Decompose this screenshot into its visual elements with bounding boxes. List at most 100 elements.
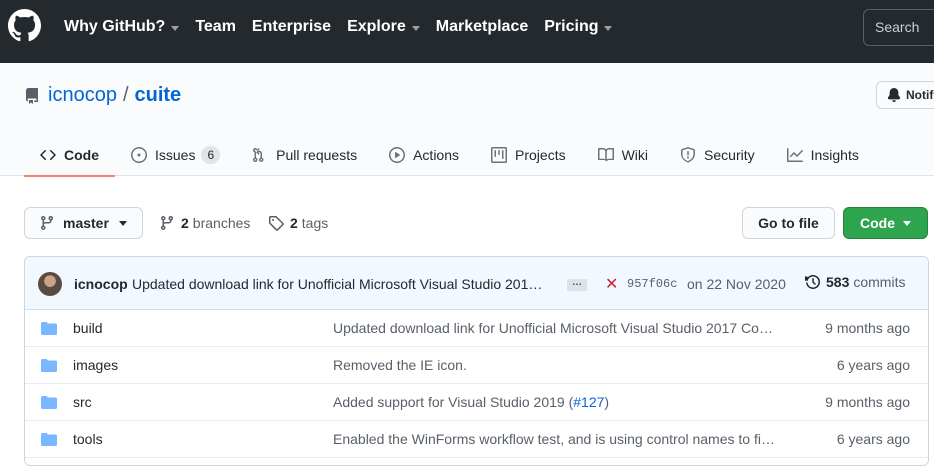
- file-name-link[interactable]: tools: [73, 431, 103, 447]
- code-button[interactable]: Code: [843, 207, 928, 239]
- nav-enterprise[interactable]: Enterprise: [252, 16, 331, 38]
- repo-title: icnocop / cuite: [24, 84, 181, 107]
- issues-count-badge: 6: [201, 145, 221, 164]
- status-failure-icon[interactable]: ✕: [605, 274, 618, 294]
- notifications-button[interactable]: Notif: [876, 81, 934, 109]
- chevron-down-icon: [118, 220, 127, 226]
- branches-label: branches: [192, 215, 251, 231]
- repo-icon: [25, 87, 38, 104]
- commit-date: on 22 Nov 2020: [687, 276, 786, 292]
- tab-pull-requests[interactable]: Pull requests: [236, 133, 373, 176]
- file-commit-age: 6 years ago: [836, 357, 910, 373]
- git-branch-icon: [41, 215, 53, 231]
- pull-request-link[interactable]: #127: [573, 394, 604, 410]
- latest-commit-bar: icnocop Updated download link for Unoffi…: [25, 257, 928, 310]
- tab-label: Insights: [810, 146, 859, 163]
- file-commit-age: 9 months ago: [825, 320, 910, 336]
- go-to-file-button[interactable]: Go to file: [742, 207, 835, 239]
- file-row: build Updated download link for Unoffici…: [25, 310, 928, 347]
- tab-label: Security: [704, 146, 755, 163]
- play-icon: [389, 146, 406, 163]
- tab-wiki[interactable]: Wiki: [582, 133, 664, 176]
- nav-team[interactable]: Team: [195, 16, 236, 38]
- book-icon: [597, 147, 614, 161]
- file-commit-message-link[interactable]: Removed the IE icon.: [333, 357, 467, 373]
- branch-name: master: [63, 215, 109, 231]
- nav-label: Explore: [347, 18, 406, 35]
- commits-count: 583: [826, 274, 850, 290]
- global-header: Why GitHub? Team Enterprise Explore Mark…: [0, 0, 934, 63]
- commit-author-link[interactable]: icnocop: [74, 276, 128, 292]
- repo-tabs: Code Issues 6 Pull requests Actions Proj…: [24, 133, 875, 177]
- file-commit-message-suffix[interactable]: ): [604, 394, 609, 410]
- file-commit-message-link[interactable]: Enabled the WinForms workflow test, and …: [333, 431, 775, 447]
- file-commit-message-link[interactable]: Updated download link for Unofficial Mic…: [333, 320, 773, 336]
- file-browser: icnocop Updated download link for Unoffi…: [24, 256, 929, 466]
- file-name-link[interactable]: src: [73, 394, 92, 410]
- bell-icon: [887, 88, 901, 102]
- nav-why-github[interactable]: Why GitHub?: [64, 16, 180, 38]
- git-pull-request-icon: [253, 147, 264, 162]
- tab-label: Code: [64, 146, 99, 163]
- nav-label: Team: [195, 18, 236, 35]
- search-input[interactable]: Search: [863, 9, 934, 46]
- graph-icon: [786, 147, 803, 162]
- tab-label: Wiki: [621, 146, 649, 163]
- file-name-link[interactable]: images: [73, 357, 118, 373]
- nav-label: Pricing: [544, 18, 599, 35]
- branch-select-button[interactable]: master: [24, 207, 143, 239]
- tags-count: 2: [290, 215, 298, 231]
- nav-explore[interactable]: Explore: [347, 16, 420, 38]
- file-name-link[interactable]: build: [73, 320, 103, 336]
- project-icon: [491, 146, 508, 163]
- tab-label: Pull requests: [276, 146, 358, 163]
- tags-link[interactable]: 2 tags: [268, 215, 328, 231]
- file-commit-message-link[interactable]: Added support for Visual Studio 2019 (: [333, 394, 573, 410]
- file-row: tools Enabled the WinForms workflow test…: [25, 421, 928, 458]
- avatar[interactable]: [38, 272, 62, 296]
- folder-icon: [41, 396, 57, 409]
- tab-code[interactable]: Code: [24, 133, 115, 177]
- tab-issues[interactable]: Issues 6: [115, 133, 236, 176]
- global-nav: Why GitHub? Team Enterprise Explore Mark…: [64, 16, 628, 38]
- commits-history-link[interactable]: 583 commits: [805, 274, 905, 290]
- commit-message-link[interactable]: Updated download link for Unofficial Mic…: [132, 276, 542, 292]
- github-logo-icon[interactable]: [8, 9, 41, 42]
- file-row: images Removed the IE icon. 6 years ago: [25, 347, 928, 384]
- file-commit-message: Added support for Visual Studio 2019 (#1…: [333, 394, 609, 410]
- commits-label: commits: [853, 274, 906, 290]
- repo-owner-link[interactable]: icnocop: [48, 84, 117, 107]
- code-icon: [40, 149, 56, 160]
- repo-name-link[interactable]: cuite: [135, 84, 182, 107]
- repo-header: icnocop / cuite Notif Code Issues 6 Pull…: [0, 63, 934, 177]
- code-button-label: Code: [860, 215, 895, 231]
- tab-security[interactable]: Security: [664, 133, 771, 176]
- branches-count: 2: [181, 215, 189, 231]
- git-branch-icon: [161, 215, 173, 231]
- chevron-down-icon: [604, 25, 613, 31]
- nav-pricing[interactable]: Pricing: [544, 16, 613, 38]
- tab-actions[interactable]: Actions: [373, 133, 475, 176]
- tab-projects[interactable]: Projects: [475, 133, 582, 176]
- issue-opened-icon: [131, 146, 147, 163]
- shield-icon: [681, 146, 696, 162]
- file-commit-age: 9 months ago: [825, 394, 910, 410]
- folder-icon: [41, 433, 57, 446]
- tab-label: Actions: [413, 146, 460, 163]
- tags-label: tags: [301, 215, 329, 231]
- tab-label: Projects: [515, 146, 566, 163]
- file-commit-age: 6 years ago: [836, 431, 910, 447]
- tab-insights[interactable]: Insights: [771, 133, 875, 176]
- expand-commit-message-button[interactable]: …: [567, 278, 587, 291]
- notifications-label: Notif: [906, 88, 934, 102]
- branches-link[interactable]: 2 branches: [159, 215, 250, 231]
- commit-sha-link[interactable]: 957f06c: [627, 277, 677, 291]
- chevron-down-icon: [903, 220, 911, 226]
- file-row: src Added support for Visual Studio 2019…: [25, 384, 928, 421]
- nav-marketplace[interactable]: Marketplace: [436, 16, 529, 38]
- nav-label: Marketplace: [435, 18, 529, 35]
- nav-label: Enterprise: [251, 18, 332, 35]
- history-icon: [805, 275, 821, 289]
- nav-label: Why GitHub?: [64, 18, 166, 35]
- tab-label: Issues: [155, 146, 196, 163]
